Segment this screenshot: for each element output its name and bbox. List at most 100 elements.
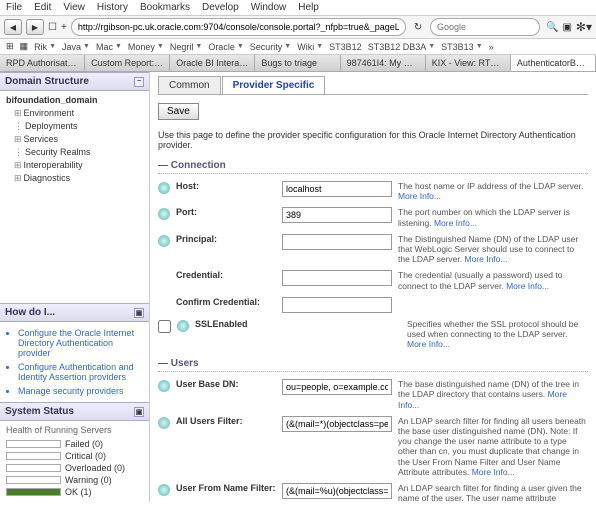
tab-0[interactable]: RPD Authorisation ... [0,55,85,71]
bm-wiki[interactable]: Wiki▼ [297,42,323,52]
status-collapse-icon[interactable]: ▣ [134,407,144,417]
info-icon [158,182,170,194]
principal-desc: The Distinguished Name (DN) of the LDAP … [398,234,588,265]
save-button[interactable]: Save [158,103,199,120]
bm-money[interactable]: Money▼ [128,42,164,52]
bm-mac[interactable]: Mac▼ [96,42,122,52]
howdo-item-2[interactable]: Manage security providers [18,384,143,398]
content-area: Common Provider Specific Save Use this p… [150,72,596,502]
bookmarks-bar: ⊞ ▦ Rik▼ Java▼ Mac▼ Money▼ Negril▼ Oracl… [0,39,596,55]
browser-tabs: RPD Authorisation ... Custom Report: My … [0,55,596,72]
menu-bookmarks[interactable]: Bookmarks [140,2,190,13]
tab-1[interactable]: Custom Report: My ... [85,55,170,71]
tab-2[interactable]: Oracle BI Interactiv... [170,55,255,71]
menu-develop[interactable]: Develop [202,2,239,13]
status-body: Health of Running Servers Failed (0) Cri… [0,421,149,502]
menu-history[interactable]: History [97,2,128,13]
search-field[interactable] [430,18,540,36]
credential-input[interactable] [282,270,392,286]
menu-view[interactable]: View [63,2,85,13]
allfilter-desc: An LDAP search filter for finding all us… [398,416,588,477]
bm-oracle[interactable]: Oracle▼ [208,42,243,52]
howdo-collapse-icon[interactable]: ▣ [134,308,144,318]
basedn-input[interactable] [282,379,392,395]
panel-minimize-icon[interactable]: − [134,77,144,87]
basedn-desc: The base distinguished name (DN) of the … [398,379,588,410]
ssl-desc: Specifies whether the SSL protocol shoul… [407,319,588,350]
bm-more[interactable]: » [489,42,494,52]
back-button[interactable]: ◀ [4,19,22,35]
more-link[interactable]: More Info... [434,218,477,228]
fromname-input[interactable] [282,483,392,499]
tab-4[interactable]: 987461I4: My Open ... [341,55,426,71]
more-link[interactable]: More Info... [506,281,549,291]
subtab-provider[interactable]: Provider Specific [222,76,326,94]
menu-file[interactable]: File [6,2,22,13]
status-subtitle: Health of Running Servers [6,425,143,435]
section-connection: — Connection [158,160,588,174]
allfilter-input[interactable] [282,416,392,432]
menu-edit[interactable]: Edit [34,2,51,13]
info-icon [177,320,189,332]
bookmark-icon[interactable]: ☐ [48,22,57,33]
menubar: File Edit View History Bookmarks Develop… [0,0,596,15]
more-link[interactable]: More Info... [398,191,441,201]
tree-root[interactable]: bifoundation_domain [6,95,143,105]
add-icon[interactable]: + [61,22,67,33]
howdo-list: Configure the Oracle Internet Directory … [0,322,149,402]
intro-text: Use this page to define the provider spe… [158,130,588,150]
menu-window[interactable]: Window [251,2,287,13]
info-icon [158,208,170,220]
principal-input[interactable] [282,234,392,250]
gear-icon[interactable]: ✻▾ [576,20,592,34]
apps-icon[interactable]: ⊞ [6,41,14,52]
fromname-label: User From Name Filter: [176,483,276,493]
tab-5[interactable]: KIX - View: RTD Co... [426,55,511,71]
menu-help[interactable]: Help [298,2,319,13]
bm-java[interactable]: Java▼ [62,42,90,52]
new-tab-icon[interactable]: ▣ [562,22,571,33]
host-desc: The host name or IP address of the LDAP … [398,181,588,201]
bm-st3b12dbba[interactable]: ST3B12 DB3A▼ [368,42,435,52]
tree-interop[interactable]: ⊞Interoperability [14,159,143,172]
more-link[interactable]: More Info... [407,339,450,349]
info-icon [158,417,170,429]
sidebar: Domain Structure − bifoundation_domain ⊞… [0,72,150,502]
fromname-desc: An LDAP search filter for finding a user… [398,483,588,502]
more-link[interactable]: More Info... [472,467,515,477]
status-overloaded: Overloaded (0) [6,462,143,474]
principal-label: Principal: [176,234,276,244]
tree-diagnostics[interactable]: ⊞Diagnostics [14,172,143,185]
bm-st3b13[interactable]: ST3B13▼ [441,42,482,52]
tab-3[interactable]: Bugs to triage [255,55,340,71]
bm-security[interactable]: Security▼ [250,42,291,52]
howdo-item-0[interactable]: Configure the Oracle Internet Directory … [18,326,143,360]
more-link[interactable]: More Info... [464,254,507,264]
subtab-common[interactable]: Common [158,76,221,94]
host-label: Host: [176,181,276,191]
forward-button[interactable]: ▶ [26,19,44,35]
ssl-label: SSLEnabled [195,319,401,329]
reload-icon[interactable]: ↻ [410,19,426,35]
tree-deployments[interactable]: ⋮Deployments [14,120,143,133]
host-input[interactable] [282,181,392,197]
tab-6[interactable]: AuthenticatorBook ... [511,55,596,71]
howdo-item-1[interactable]: Configure Authentication and Identity As… [18,360,143,384]
grid-icon[interactable]: ▦ [20,41,29,52]
tree-services[interactable]: ⊞Services [14,133,143,146]
bm-negril[interactable]: Negril▼ [170,42,202,52]
port-input[interactable] [282,207,392,223]
url-field[interactable] [71,18,406,36]
tree-security[interactable]: ⋮Security Realms [14,146,143,159]
confirm-input[interactable] [282,297,392,313]
ssl-checkbox[interactable] [158,320,171,333]
tree-environment[interactable]: ⊞Environment [14,107,143,120]
port-desc: The port number on which the LDAP server… [398,207,588,227]
bm-rik[interactable]: Rik▼ [34,42,56,52]
bm-st3b12[interactable]: ST3B12 [329,42,362,52]
status-ok: OK (1) [6,486,143,498]
credential-desc: The credential (usually a password) used… [398,270,588,290]
domain-tree: bifoundation_domain ⊞Environment ⋮Deploy… [0,91,149,189]
info-icon [158,484,170,496]
howdo-header: How do I... ▣ [0,303,149,322]
